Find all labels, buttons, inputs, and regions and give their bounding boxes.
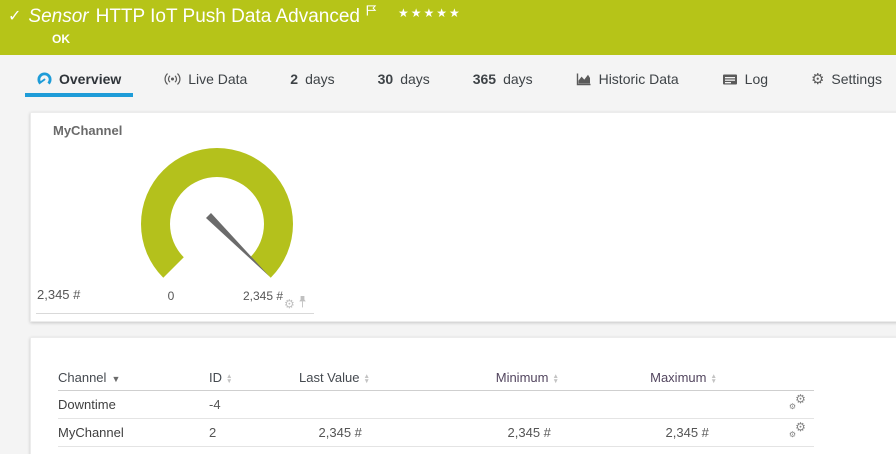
gauge-divider <box>36 313 314 314</box>
flag-icon <box>366 3 377 21</box>
channel-gauge <box>127 135 307 307</box>
channel-settings-gears-icon[interactable]: ⚙⚙ <box>789 395 806 410</box>
tab-label: days <box>400 71 430 87</box>
sort-desc-icon: ▼ <box>111 374 120 384</box>
tab-overview[interactable]: Overview <box>25 65 133 97</box>
column-header-actions <box>717 366 814 390</box>
tab-settings[interactable]: ⚙ Settings <box>799 65 894 97</box>
gauge-toolbar: ⚙ <box>284 295 307 313</box>
tab-historic-data[interactable]: Historic Data <box>564 65 691 97</box>
channel-settings-gears-icon[interactable]: ⚙⚙ <box>789 423 806 438</box>
column-header-maximum[interactable]: Maximum▲▼ <box>559 366 717 390</box>
ok-check-icon: ✓ <box>8 9 21 25</box>
log-icon <box>722 73 738 86</box>
object-kind-label: Sensor <box>28 6 88 28</box>
tab-label: Log <box>745 71 768 87</box>
live-data-icon <box>164 72 181 86</box>
sensor-title: HTTP IoT Push Data Advanced <box>96 6 360 28</box>
channel-actions-cell: ⚙⚙ <box>717 418 814 446</box>
tab-number: 2 <box>290 71 298 87</box>
tab-label: days <box>305 71 335 87</box>
sensor-status-badge: OK <box>52 32 70 46</box>
tab-label: days <box>503 71 533 87</box>
column-header-last-value[interactable]: Last Value▲▼ <box>299 366 370 390</box>
maximum-cell <box>559 390 717 418</box>
minimum-cell: 2,345 # <box>370 418 559 446</box>
channel-table-header-row: Channel▼ ID▲▼ Last Value▲▼ Minimum▲▼ Max… <box>58 366 814 390</box>
channel-name-cell: MyChannel <box>58 418 209 446</box>
channel-id-cell: -4 <box>209 390 299 418</box>
gauge-scale-min: 0 <box>149 289 193 303</box>
gauge-icon <box>37 72 52 87</box>
tab-label: Settings <box>831 71 882 87</box>
channel-name-cell: Downtime <box>58 390 209 418</box>
channel-id-cell: 2 <box>209 418 299 446</box>
sort-icon: ▲▼ <box>363 374 369 384</box>
priority-stars[interactable]: ★★★★★ <box>398 6 462 20</box>
gauge-settings-gear-icon[interactable]: ⚙ <box>284 298 295 310</box>
gauge-arc <box>141 148 293 278</box>
column-header-id[interactable]: ID▲▼ <box>209 366 299 390</box>
tab-2-days[interactable]: 2 days <box>278 65 346 97</box>
channel-actions-cell: ⚙⚙ <box>717 390 814 418</box>
sensor-tabbar: Overview Live Data 2 days 30 days 365 da… <box>0 55 896 112</box>
tab-label: Live Data <box>188 71 247 87</box>
gauge-current-value: 2,345 # <box>37 287 80 302</box>
pin-icon[interactable] <box>298 295 307 313</box>
gauge-channel-title: MyChannel <box>53 123 122 138</box>
settings-gear-icon: ⚙ <box>811 72 824 87</box>
channel-table: Channel▼ ID▲▼ Last Value▲▼ Minimum▲▼ Max… <box>58 366 814 447</box>
tab-number: 30 <box>378 71 394 87</box>
table-row-mychannel: MyChannel 2 2,345 # 2,345 # 2,345 # ⚙⚙ <box>58 418 814 446</box>
tab-number: 365 <box>473 71 496 87</box>
sort-icon: ▲▼ <box>226 374 232 384</box>
tab-label: Overview <box>59 71 121 87</box>
historic-data-icon <box>576 72 592 86</box>
last-value-cell: 2,345 # <box>299 418 370 446</box>
table-row-downtime: Downtime -4 ⚙⚙ <box>58 390 814 418</box>
sort-icon: ▲▼ <box>552 374 558 384</box>
tab-label: Historic Data <box>599 71 679 87</box>
tab-365-days[interactable]: 365 days <box>461 65 545 97</box>
maximum-cell: 2,345 # <box>559 418 717 446</box>
tab-30-days[interactable]: 30 days <box>366 65 442 97</box>
minimum-cell <box>370 390 559 418</box>
sensor-status-header: ✓ Sensor HTTP IoT Push Data Advanced ★★★… <box>0 0 896 55</box>
column-header-channel[interactable]: Channel▼ <box>58 366 209 390</box>
channel-table-panel: Channel▼ ID▲▼ Last Value▲▼ Minimum▲▼ Max… <box>30 337 896 454</box>
last-value-cell <box>299 390 370 418</box>
column-header-minimum[interactable]: Minimum▲▼ <box>370 366 559 390</box>
channel-gauge-panel: MyChannel 2,345 # 0 2,345 # ⚙ <box>30 112 896 322</box>
sensor-title-row: ✓ Sensor HTTP IoT Push Data Advanced ★★★… <box>8 6 462 28</box>
tab-live-data[interactable]: Live Data <box>152 65 259 97</box>
sort-icon: ▲▼ <box>710 374 716 384</box>
tab-log[interactable]: Log <box>710 65 780 97</box>
